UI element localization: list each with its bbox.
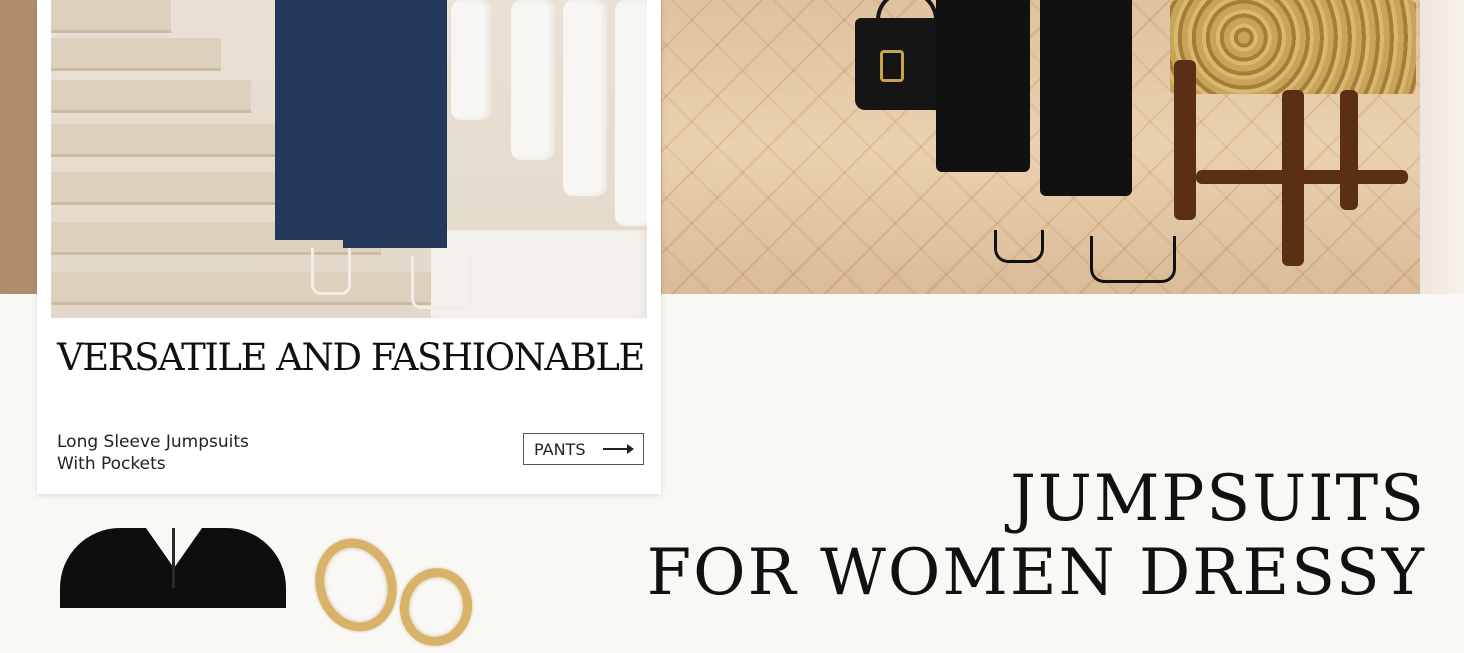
black-heel-left <box>994 230 1044 263</box>
sandal-right <box>411 256 473 309</box>
stair-step <box>51 124 291 157</box>
baluster <box>615 0 647 226</box>
product-image-earring-1[interactable] <box>303 527 409 643</box>
baluster <box>563 0 607 196</box>
dress-zipper <box>172 528 175 588</box>
product-image-dress[interactable] <box>60 528 286 608</box>
pant-leg-right <box>1040 0 1132 196</box>
baluster <box>511 0 555 160</box>
chair-stretcher <box>1196 170 1408 184</box>
product-image-earring-2[interactable] <box>392 561 480 653</box>
pant-leg-left <box>936 0 1030 172</box>
pants-button-label: PANTS <box>534 439 586 459</box>
navy-pant-leg-right <box>343 0 447 248</box>
card-subtitle-line2: With Pockets <box>57 454 166 474</box>
card-title: VERSATILE AND FASHIONABLE <box>57 336 645 379</box>
navy-pant-leg-left <box>275 0 351 240</box>
heading-line2: FOR WOMEN DRESSY <box>646 536 1426 610</box>
stair-step <box>51 38 221 71</box>
stair-step <box>51 80 251 113</box>
baluster <box>451 0 491 120</box>
card-photo <box>51 0 647 318</box>
product-card[interactable]: VERSATILE AND FASHIONABLE Long Sleeve Ju… <box>37 0 661 494</box>
card-subtitle-line1: Long Sleeve Jumpsuits <box>57 432 249 452</box>
handbag-buckle <box>880 50 904 82</box>
section-heading: JUMPSUITS FOR WOMEN DRESSY <box>647 462 1426 610</box>
chair-leg-front <box>1174 60 1196 220</box>
arrow-right-icon <box>603 444 635 454</box>
stair-step <box>51 272 431 305</box>
black-heel-right <box>1090 236 1176 283</box>
heading-line1: JUMPSUITS <box>1010 462 1426 536</box>
chair-seat <box>1170 0 1416 94</box>
sandal-left <box>311 248 351 295</box>
stair-step <box>51 0 171 33</box>
card-subtitle: Long Sleeve Jumpsuits With Pockets <box>57 431 357 475</box>
pants-button[interactable]: PANTS <box>523 433 644 465</box>
chair-leg-back <box>1340 90 1358 210</box>
wall-edge <box>1420 0 1464 294</box>
